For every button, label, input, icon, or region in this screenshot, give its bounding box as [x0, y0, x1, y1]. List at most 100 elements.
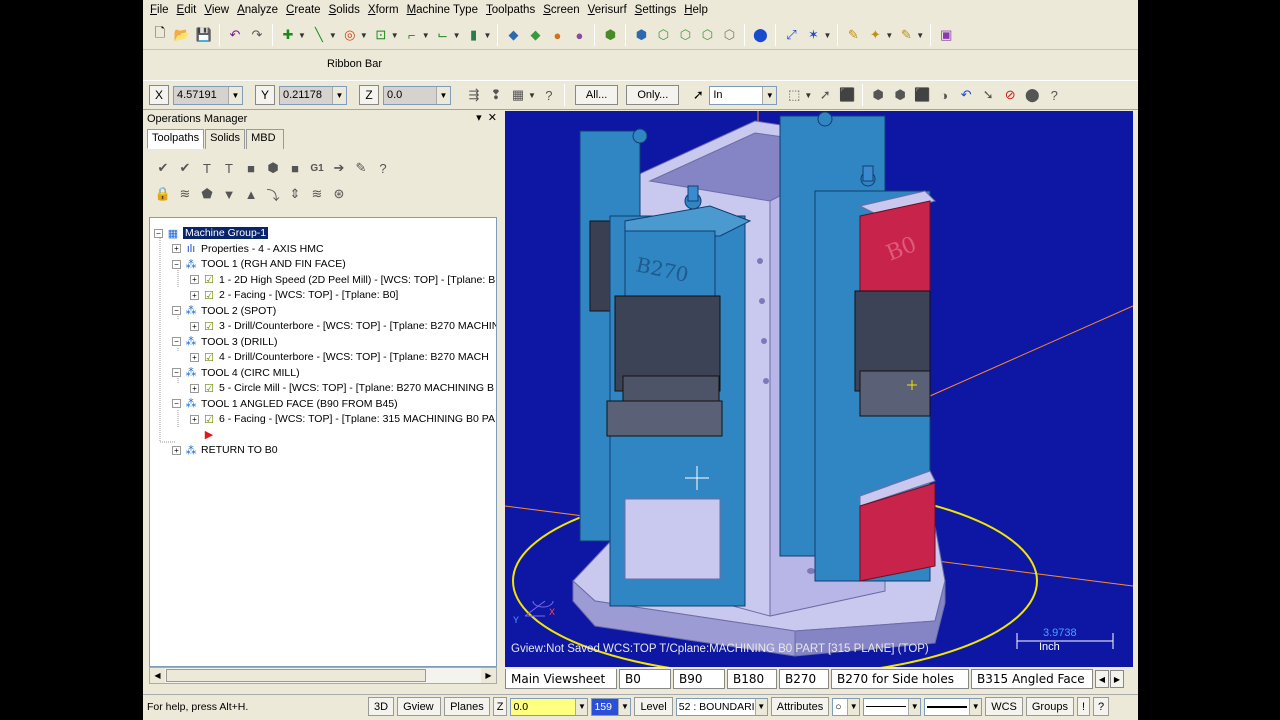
operation-item[interactable]: + ☑ 2 - Facing - [WCS: TOP] - [Tplane: B0]	[190, 288, 398, 302]
gnomon-icon[interactable]: ✶	[804, 26, 822, 44]
select-all-button[interactable]: All...	[574, 85, 619, 105]
x-coord-field[interactable]: 4.57191 ▼	[173, 85, 243, 105]
autocursor-settings-icon[interactable]: ▦	[508, 85, 528, 105]
point-style-select[interactable]: ○ ▼	[832, 697, 861, 716]
tab-b180[interactable]: B180	[727, 669, 777, 689]
expand-toggle-icon[interactable]: +	[190, 352, 199, 362]
machine-group-item[interactable]: − ▦ Machine Group-1	[154, 226, 269, 240]
select-only-button[interactable]: Only...	[626, 85, 680, 105]
post-g1-icon[interactable]: G1	[307, 158, 327, 178]
highfeed-icon[interactable]: ✎	[351, 158, 371, 178]
scroll-right-icon[interactable]: ▶	[481, 668, 496, 683]
solid-face-icon[interactable]: ⬢	[868, 85, 888, 105]
shaded-icon[interactable]: ⬢	[632, 26, 650, 44]
simulate-icon[interactable]: ■	[285, 158, 305, 178]
operation-item[interactable]: + ☑ 3 - Drill/Counterbore - [WCS: TOP] - […	[190, 319, 496, 333]
line-width-select[interactable]: ▼	[924, 697, 983, 716]
ops-help-icon[interactable]: ?	[373, 158, 393, 178]
expand-toggle-icon[interactable]: +	[190, 414, 199, 424]
pipe-button[interactable]: !	[1076, 697, 1091, 716]
fillet-icon[interactable]: ⊡	[372, 26, 390, 44]
chamfer-icon[interactable]: ⌙	[434, 26, 452, 44]
tab-b0[interactable]: B0	[619, 669, 671, 689]
ribbon-help-icon[interactable]: ?	[1044, 85, 1064, 105]
selection-mode-select[interactable]: In ▼	[709, 85, 778, 105]
menu-xform[interactable]: Xform	[365, 4, 402, 16]
tab-scroll-right-icon[interactable]: ▶	[1110, 670, 1124, 688]
tab-b90[interactable]: B90	[673, 669, 725, 689]
tree-item[interactable]: − ⁂ TOOL 1 (RGH AND FIN FACE)	[172, 257, 346, 271]
undo-icon[interactable]: ↶	[226, 26, 244, 44]
new-file-icon[interactable]: 🗋	[151, 25, 169, 44]
scroll-left-icon[interactable]: ◀	[150, 668, 165, 683]
gview-button[interactable]: Gview	[397, 697, 442, 716]
tree-item[interactable]: + ⁂ RETURN TO B0	[172, 443, 278, 457]
menu-create[interactable]: Create	[283, 4, 324, 16]
window-select-icon[interactable]: ⬚	[784, 85, 804, 105]
dynamic-rotate-icon[interactable]: ⤢	[782, 26, 800, 44]
verisurf-icon[interactable]: ✎	[897, 26, 915, 44]
toggle-display-icon[interactable]: ≋	[175, 184, 195, 204]
plugin-icon[interactable]: ▣	[937, 26, 955, 44]
select-last-icon[interactable]: ➘	[978, 85, 998, 105]
menu-settings[interactable]: Settings	[632, 4, 680, 16]
tab-mbd[interactable]: MBD	[246, 129, 285, 149]
tree-item[interactable]: − ⁂ TOOL 3 (DRILL)	[172, 335, 277, 349]
lock-icon[interactable]: 🔒	[153, 184, 173, 204]
expand-toggle-icon[interactable]: −	[172, 337, 181, 346]
planes-button[interactable]: Planes	[444, 697, 490, 716]
clear-selection-icon[interactable]: ⊘	[1000, 85, 1020, 105]
menu-verisurf[interactable]: Verisurf	[585, 4, 630, 16]
operation-item[interactable]: + ☑ 4 - Drill/Counterbore - [WCS: TOP] - […	[190, 350, 489, 364]
graphics-viewport[interactable]: B270 B0 Y X Gview:Not Saved WCS:TOP T/Cp…	[505, 111, 1133, 667]
wireframe-icon[interactable]: ⬡	[654, 26, 672, 44]
analyze-icon[interactable]: ✦	[866, 26, 884, 44]
menu-view[interactable]: View	[201, 4, 232, 16]
select-dirty-ops-icon[interactable]: ✔	[175, 158, 195, 178]
backplot-ops-icon[interactable]: ■	[241, 158, 261, 178]
tab-b315-angled-face[interactable]: B315 Angled Face	[971, 669, 1093, 689]
expand-toggle-icon[interactable]: +	[190, 290, 199, 300]
translucent-icon[interactable]: ⬡	[720, 26, 738, 44]
menu-help[interactable]: Help	[681, 4, 711, 16]
z-coord-button[interactable]: Z	[359, 85, 379, 105]
tree-item[interactable]: − ⁂ TOOL 2 (SPOT)	[172, 304, 276, 318]
menu-screen[interactable]: Screen	[540, 4, 582, 16]
line-style-select[interactable]: ▼	[863, 697, 922, 716]
status-help-button[interactable]: ?	[1093, 697, 1110, 716]
menu-file[interactable]: File	[147, 4, 172, 16]
backplot-icon[interactable]: ⬢	[601, 26, 619, 44]
tree-item[interactable]: + ılı Properties - 4 - AXIS HMC	[172, 242, 324, 256]
open-file-icon[interactable]: 📂	[173, 26, 191, 44]
view-top-icon[interactable]: ◆	[504, 26, 522, 44]
menu-analyze[interactable]: Analyze	[234, 4, 281, 16]
insert-arrow-move-icon[interactable]: ⇕	[285, 184, 305, 204]
menu-toolpaths[interactable]: Toolpaths	[483, 4, 538, 16]
expand-toggle-icon[interactable]: +	[190, 275, 199, 284]
outline-icon[interactable]: ⬡	[698, 26, 716, 44]
regenerate-icon[interactable]: T	[197, 158, 217, 178]
create-line-icon[interactable]: ╲	[310, 26, 328, 44]
end-selection-icon[interactable]: ⬤	[1022, 85, 1042, 105]
select-pointer-icon[interactable]: ➚	[815, 85, 835, 105]
scroll-thumb[interactable]	[166, 669, 426, 682]
move-down-icon[interactable]: ▼	[219, 184, 239, 204]
move-up-icon[interactable]: ▲	[241, 184, 261, 204]
regenerate-dirty-icon[interactable]: T	[219, 158, 239, 178]
save-icon[interactable]: 💾	[195, 26, 213, 44]
verify-icon[interactable]: ⬢	[263, 158, 283, 178]
selection-cursor-icon[interactable]: ➚	[688, 85, 708, 105]
insert-after-icon[interactable]: ⤵	[263, 184, 283, 204]
attributes-button[interactable]: Attributes	[770, 697, 830, 716]
view-iso-icon[interactable]: ●	[548, 26, 566, 44]
tab-b270-side-holes[interactable]: B270 for Side holes	[831, 669, 969, 689]
create-point-icon[interactable]: ✚	[279, 26, 297, 44]
fast-point-icon[interactable]: ⇶	[464, 85, 484, 105]
hidden-line-icon[interactable]: ⬡	[676, 26, 694, 44]
z-depth-field[interactable]: 0.0 ▼	[510, 697, 589, 716]
z-depth-button[interactable]: Z	[492, 697, 508, 716]
expand-toggle-icon[interactable]: −	[154, 228, 163, 238]
render-sphere-icon[interactable]: ⬤	[751, 26, 769, 44]
y-coord-field[interactable]: 0.21178 ▼	[279, 85, 347, 105]
tab-main-viewsheet[interactable]: Main Viewsheet	[505, 669, 617, 689]
